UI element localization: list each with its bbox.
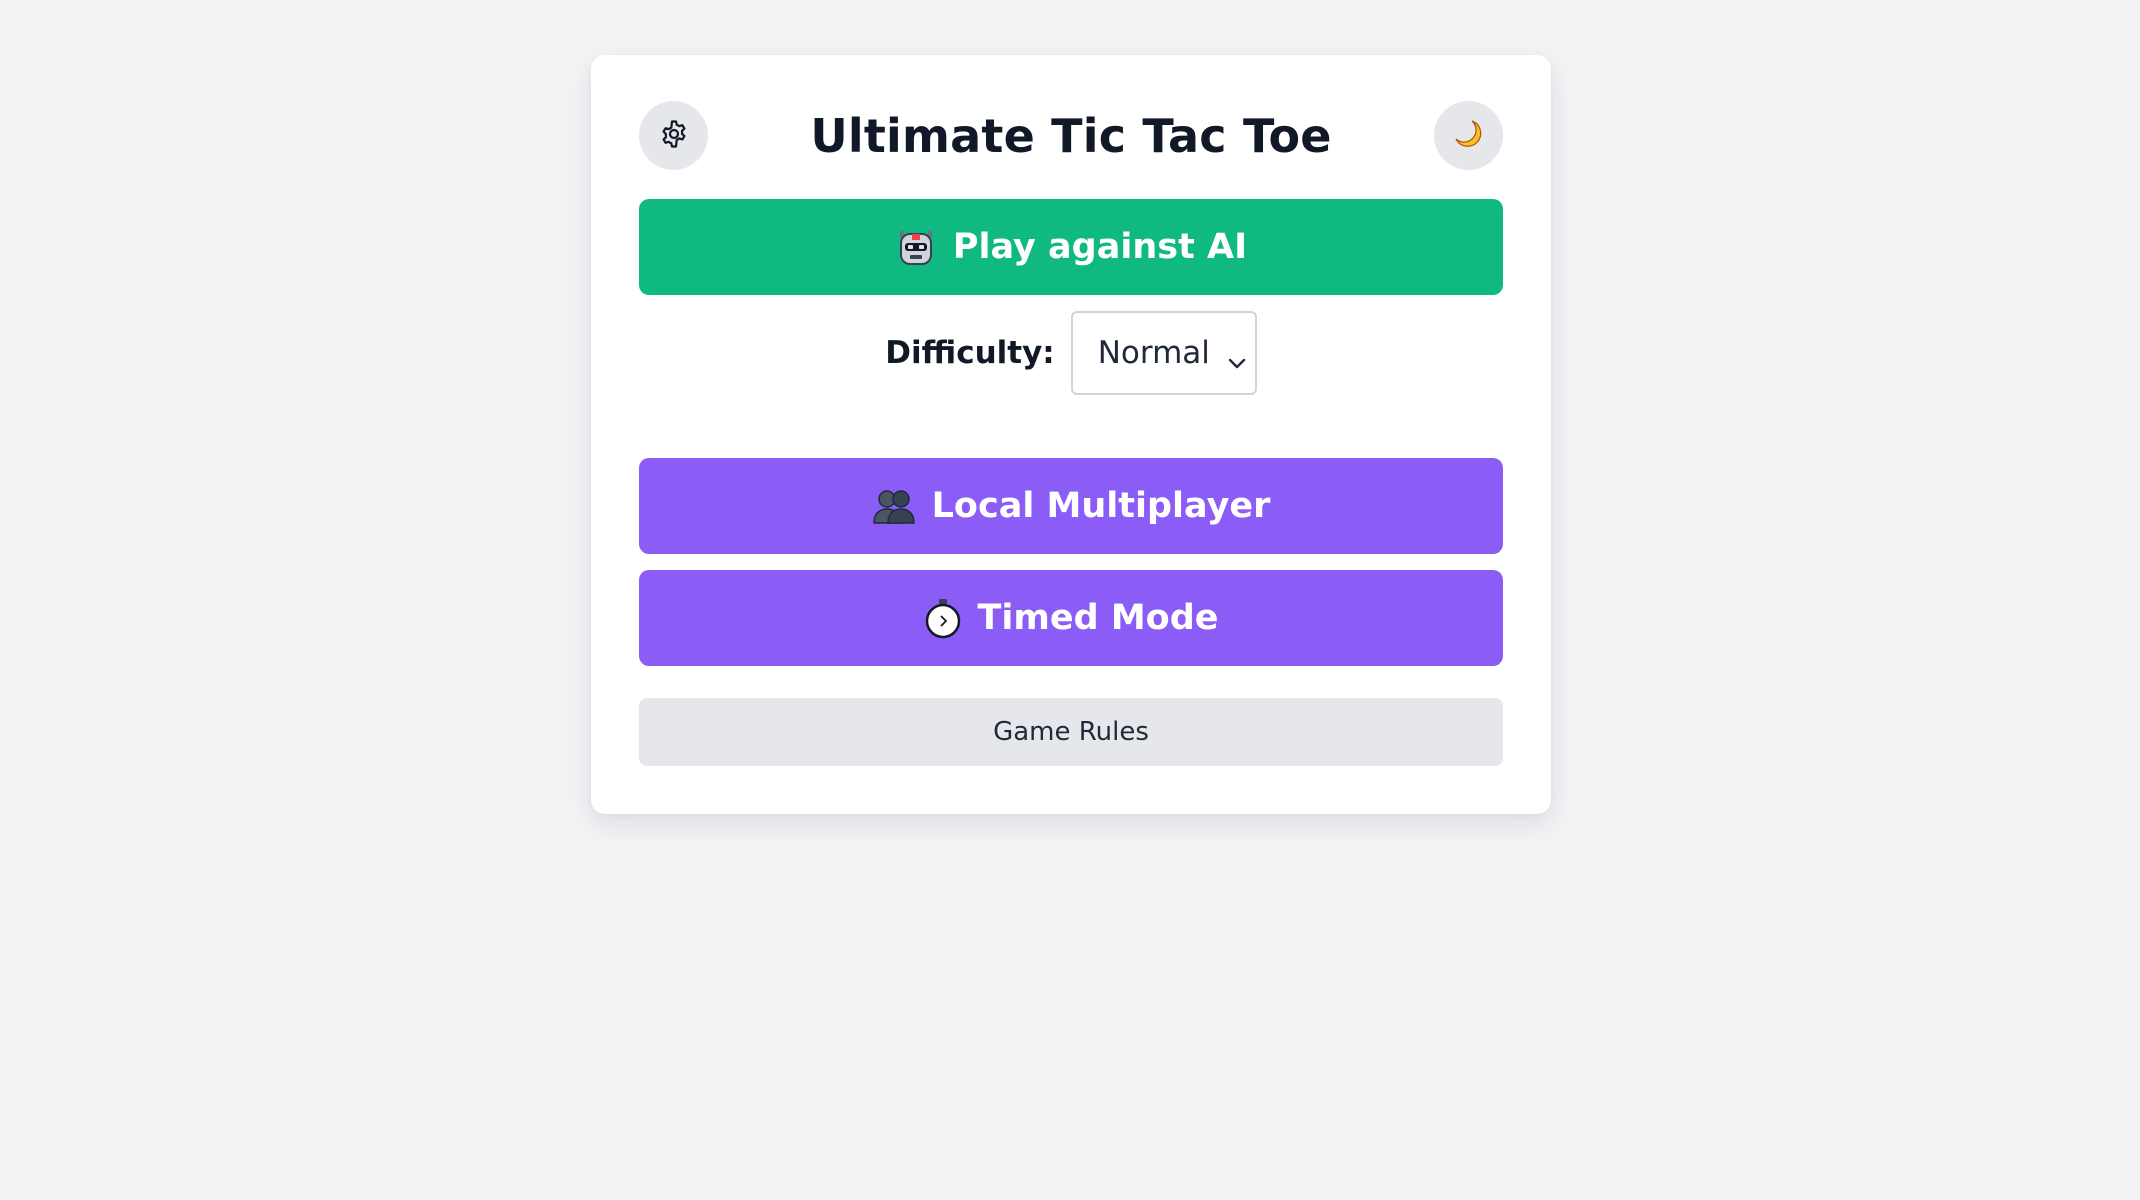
difficulty-select[interactable]: Normal [1070,311,1257,395]
timed-mode-label: Timed Mode [977,598,1219,638]
robot-icon [895,226,937,268]
main-menu-card: Ultimate Tic Tac Toe Play against AI Dif… [591,55,1551,814]
stopwatch-icon [924,597,962,639]
difficulty-selected-value: Normal [1097,335,1210,371]
play-ai-label: Play against AI [952,227,1248,267]
local-multiplayer-button[interactable]: Local Multiplayer [639,458,1503,554]
chevron-down-icon [1227,343,1247,379]
page-title: Ultimate Tic Tac Toe [810,109,1332,163]
play-ai-button[interactable]: Play against AI [639,199,1503,295]
theme-toggle-button[interactable] [1434,101,1503,170]
local-multiplayer-label: Local Multiplayer [931,486,1271,526]
difficulty-row: Difficulty: Normal [591,311,1551,395]
game-rules-button[interactable]: Game Rules [639,698,1503,766]
two-people-icon [872,486,916,526]
game-rules-label: Game Rules [993,717,1149,747]
timed-mode-button[interactable]: Timed Mode [639,570,1503,666]
difficulty-label: Difficulty: [885,335,1055,371]
moon-icon [1452,117,1486,155]
